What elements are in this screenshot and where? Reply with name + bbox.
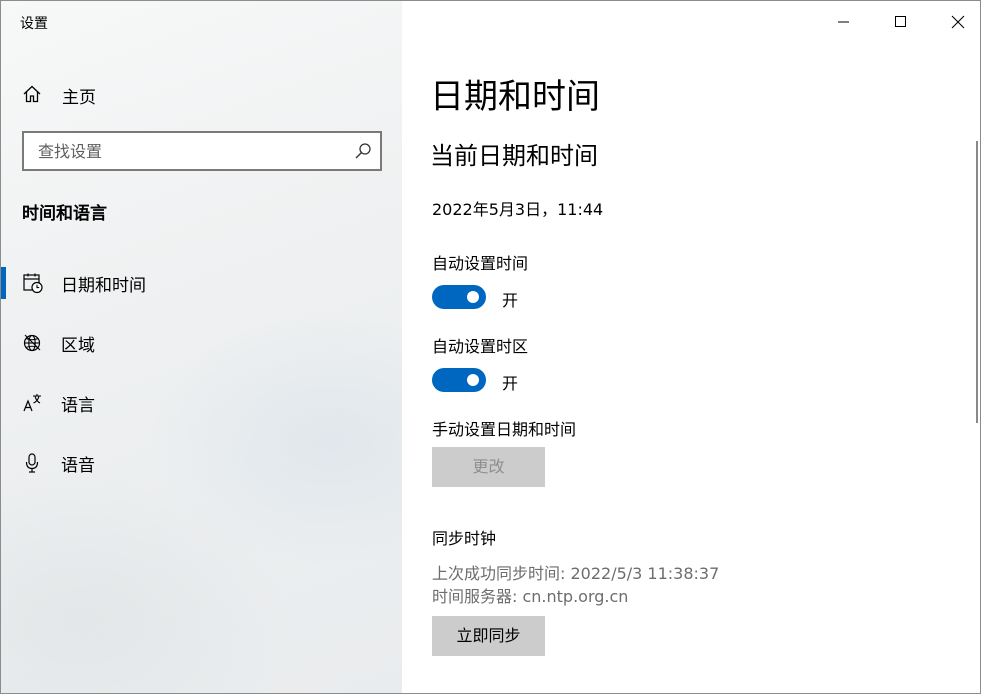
home-icon	[23, 85, 41, 103]
close-button[interactable]	[930, 1, 980, 43]
auto-timezone-label: 自动设置时区	[432, 337, 529, 356]
auto-time-label: 自动设置时间	[432, 254, 529, 273]
settings-window: 设置 主页 时间和语言	[0, 0, 981, 694]
search-box[interactable]	[22, 131, 382, 171]
selected-indicator	[1, 267, 6, 299]
sidebar-item-home-label: 主页	[62, 88, 96, 108]
sidebar-item-region[interactable]: 区域	[1, 321, 402, 365]
sidebar-section-title: 时间和语言	[22, 204, 107, 224]
sidebar-item-date-time[interactable]: 日期和时间	[1, 261, 402, 305]
toggle-knob	[467, 374, 479, 386]
current-datetime: 2022年5月3日，11:44	[432, 200, 604, 219]
sidebar-item-label: 日期和时间	[61, 276, 146, 296]
sidebar-item-label: 语言	[61, 396, 95, 416]
change-button[interactable]: 更改	[432, 447, 545, 487]
sidebar-item-language[interactable]: 语言	[1, 381, 402, 425]
maximize-icon	[895, 16, 906, 27]
sidebar-item-label: 语音	[61, 456, 95, 476]
minimize-icon	[838, 21, 849, 23]
sync-clock-label: 同步时钟	[432, 529, 497, 548]
window-title: 设置	[20, 16, 48, 32]
last-sync-text: 上次成功同步时间: 2022/5/3 11:38:37	[432, 564, 720, 583]
calendar-clock-icon	[23, 273, 43, 294]
search-icon[interactable]	[354, 142, 372, 160]
sidebar-item-speech[interactable]: 语音	[1, 441, 402, 485]
auto-time-state: 开	[502, 291, 519, 310]
time-server-text: 时间服务器: cn.ntp.org.cn	[432, 587, 629, 606]
toggle-knob	[467, 291, 479, 303]
manual-datetime-label: 手动设置日期和时间	[432, 420, 577, 439]
auto-timezone-state: 开	[502, 374, 519, 393]
close-icon	[951, 15, 965, 29]
sidebar: 设置 主页 时间和语言	[1, 1, 402, 693]
search-input[interactable]	[24, 133, 344, 169]
language-icon	[23, 394, 41, 412]
auto-time-toggle[interactable]	[432, 285, 486, 309]
microphone-icon	[25, 453, 39, 473]
sidebar-item-home[interactable]: 主页	[1, 73, 402, 115]
sidebar-item-label: 区域	[61, 336, 95, 356]
scrollbar[interactable]	[976, 141, 978, 423]
main-content: 日期和时间 当前日期和时间 2022年5月3日，11:44 自动设置时间 开 自…	[402, 1, 980, 693]
minimize-button[interactable]	[816, 1, 873, 43]
sync-now-button[interactable]: 立即同步	[432, 616, 545, 656]
page-title: 日期和时间	[430, 77, 600, 117]
auto-timezone-toggle[interactable]	[432, 368, 486, 392]
section-subtitle: 当前日期和时间	[430, 142, 598, 170]
globe-icon	[23, 334, 41, 352]
maximize-button[interactable]	[873, 1, 930, 43]
